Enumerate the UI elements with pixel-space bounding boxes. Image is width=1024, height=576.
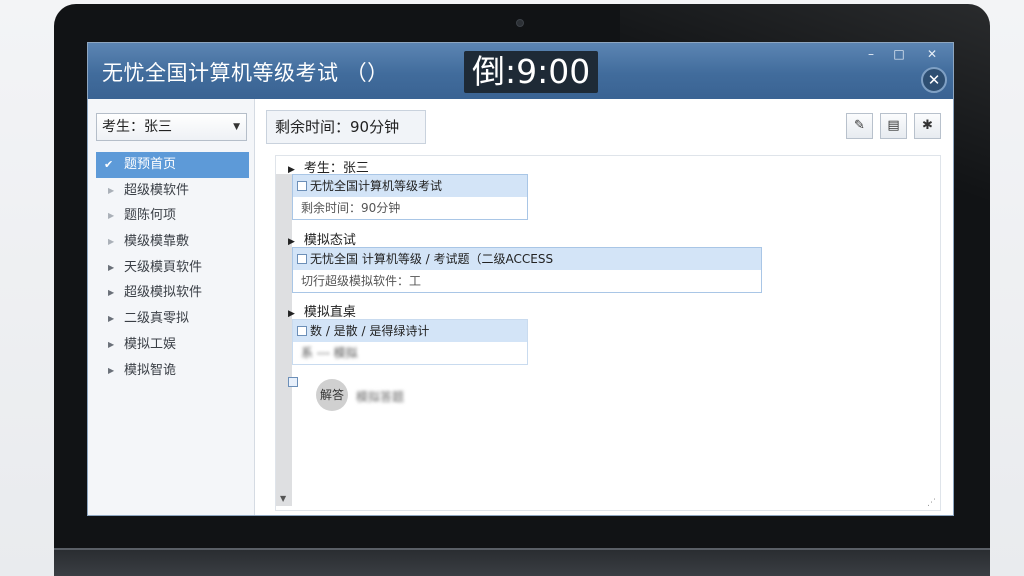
chevron-right-icon: ▶: [108, 339, 115, 349]
maximize-button[interactable]: □: [886, 46, 912, 62]
question-text: 切行超级模拟软件：工: [301, 274, 422, 288]
title-bar: 无忧全国计算机等级考试 （） 倒:9:00 – □ ✕ ✕: [88, 43, 953, 99]
sidebar-item-home[interactable]: ✔ 题预首页: [96, 152, 249, 178]
question-text: 剩余时间：90分钟: [301, 201, 401, 215]
sidebar-item-label: 二级真零拟: [124, 311, 190, 327]
checkbox-icon[interactable]: [297, 254, 307, 264]
question-line: 无忧全国计算机等级考试: [293, 175, 527, 197]
exit-exam-icon[interactable]: ✕: [921, 67, 947, 93]
question-line: 剩余时间：90分钟: [293, 197, 527, 219]
sidebar: 考生：张三 ▼ ✔ 题预首页 ▶ 超级模软件 ▶ 题陈何项 ▶ 模级模靠敷 ▶ 天级模頁软…: [88, 99, 255, 515]
countdown-timer: 倒:9:00: [464, 51, 599, 93]
question-line: 数 / 是散 / 是得绿诗计: [293, 320, 527, 342]
sidebar-item[interactable]: ▶ 超级模拟软件: [96, 280, 249, 306]
question-text: 系 --- 模拟: [301, 346, 358, 360]
close-button[interactable]: ✕: [919, 46, 945, 62]
answer-checkbox[interactable]: [288, 377, 298, 387]
app-title: 无忧全国计算机等级考试 （）: [102, 61, 389, 85]
sidebar-item-label: 题预首页: [124, 157, 177, 172]
candidate-dropdown[interactable]: 考生：张三 ▼: [96, 113, 247, 141]
answer-hint: 模拟答题: [356, 390, 405, 404]
question-line: 系 --- 模拟: [293, 342, 527, 364]
chevron-right-icon: ▶: [108, 237, 115, 247]
sidebar-item-label: 题陈何项: [124, 208, 177, 224]
sidebar-item[interactable]: ▶ 题陈何项: [96, 203, 249, 229]
sidebar-item[interactable]: ▶ 超级模软件: [96, 178, 249, 204]
chevron-right-icon: ▶: [108, 185, 115, 195]
sidebar-item-label: 超级模拟软件: [124, 285, 203, 301]
calculator-icon[interactable]: ▤: [880, 113, 907, 139]
scroll-down-icon[interactable]: ▼: [280, 494, 286, 503]
vertical-scrollbar[interactable]: [276, 174, 292, 506]
section-title: 模拟态试: [303, 233, 356, 248]
settings-icon[interactable]: ✱: [914, 113, 941, 139]
remaining-time: 剩余时间：90分钟: [266, 110, 426, 144]
resize-grip-icon[interactable]: ⋰: [927, 498, 936, 508]
sidebar-item-label: 模拟工娱: [124, 336, 177, 352]
question-line: 无忧全国 计算机等级 / 考试题（二级ACCESS: [293, 248, 761, 270]
expand-icon: ▶: [288, 237, 295, 247]
expand-icon: ▶: [288, 309, 295, 319]
chevron-down-icon: ▼: [233, 122, 240, 132]
question-text: 无忧全国 计算机等级 / 考试题（二级ACCESS: [310, 252, 554, 266]
minimize-button[interactable]: –: [858, 46, 884, 62]
question-panel: ▼ ▶ 考生：张三 无忧全国计算机等级考试 剩余时间：90分钟 ▶ 模拟态试 无忧全…: [275, 155, 941, 511]
section-head[interactable]: ▶ 模拟态试: [288, 229, 356, 248]
sidebar-item-label: 天级模頁软件: [124, 259, 203, 275]
question-card[interactable]: 无忧全国计算机等级考试 剩余时间：90分钟: [292, 174, 528, 220]
chevron-right-icon: ▶: [108, 314, 115, 324]
webcam-icon: [516, 19, 524, 27]
section-head[interactable]: ▶ 模拟直桌: [288, 301, 356, 320]
exam-app-window: 无忧全国计算机等级考试 （） 倒:9:00 – □ ✕ ✕ 考生：张三 ▼ ✔ 题…: [87, 42, 954, 516]
sidebar-item[interactable]: ▶ 天级模頁软件: [96, 255, 249, 281]
sidebar-item[interactable]: ▶ 模级模靠敷: [96, 229, 249, 255]
checkbox-icon[interactable]: [297, 326, 307, 336]
checkbox-icon[interactable]: [297, 181, 307, 191]
main-content: 剩余时间：90分钟 ✎ ▤ ✱ ▼ ▶ 考生：张三 无忧全国计算机等级考试 剩余时…: [256, 99, 953, 515]
sidebar-item-label: 模级模靠敷: [124, 234, 190, 250]
sidebar-item[interactable]: ▶ 模拟智诡: [96, 358, 249, 384]
question-card[interactable]: 数 / 是散 / 是得绿诗计 系 --- 模拟: [292, 319, 528, 365]
sidebar-nav: ✔ 题预首页 ▶ 超级模软件 ▶ 题陈何项 ▶ 模级模靠敷 ▶ 天级模頁软件 ▶ 超级模拟软…: [96, 152, 249, 383]
question-card[interactable]: 无忧全国 计算机等级 / 考试题（二级ACCESS 切行超级模拟软件：工: [292, 247, 762, 293]
monitor-chin: [54, 550, 990, 576]
edit-icon[interactable]: ✎: [846, 113, 873, 139]
candidate-label: 考生：张三: [102, 119, 172, 135]
chevron-right-icon: ▶: [108, 288, 115, 298]
question-line: 切行超级模拟软件：工: [293, 270, 761, 292]
check-icon: ✔: [104, 158, 114, 171]
question-text: 数 / 是散 / 是得绿诗计: [310, 324, 430, 338]
answer-button[interactable]: 解答: [316, 379, 348, 411]
chevron-right-icon: ▶: [108, 211, 115, 221]
section-title: 模拟直桌: [303, 305, 356, 320]
sidebar-item-label: 模拟智诡: [124, 362, 177, 378]
chevron-right-icon: ▶: [108, 365, 115, 375]
question-text: 无忧全国计算机等级考试: [310, 179, 443, 193]
sidebar-item[interactable]: ▶ 二级真零拟: [96, 306, 249, 332]
sidebar-item[interactable]: ▶ 模拟工娱: [96, 332, 249, 358]
sidebar-item-label: 超级模软件: [124, 182, 190, 198]
chevron-right-icon: ▶: [108, 262, 115, 272]
